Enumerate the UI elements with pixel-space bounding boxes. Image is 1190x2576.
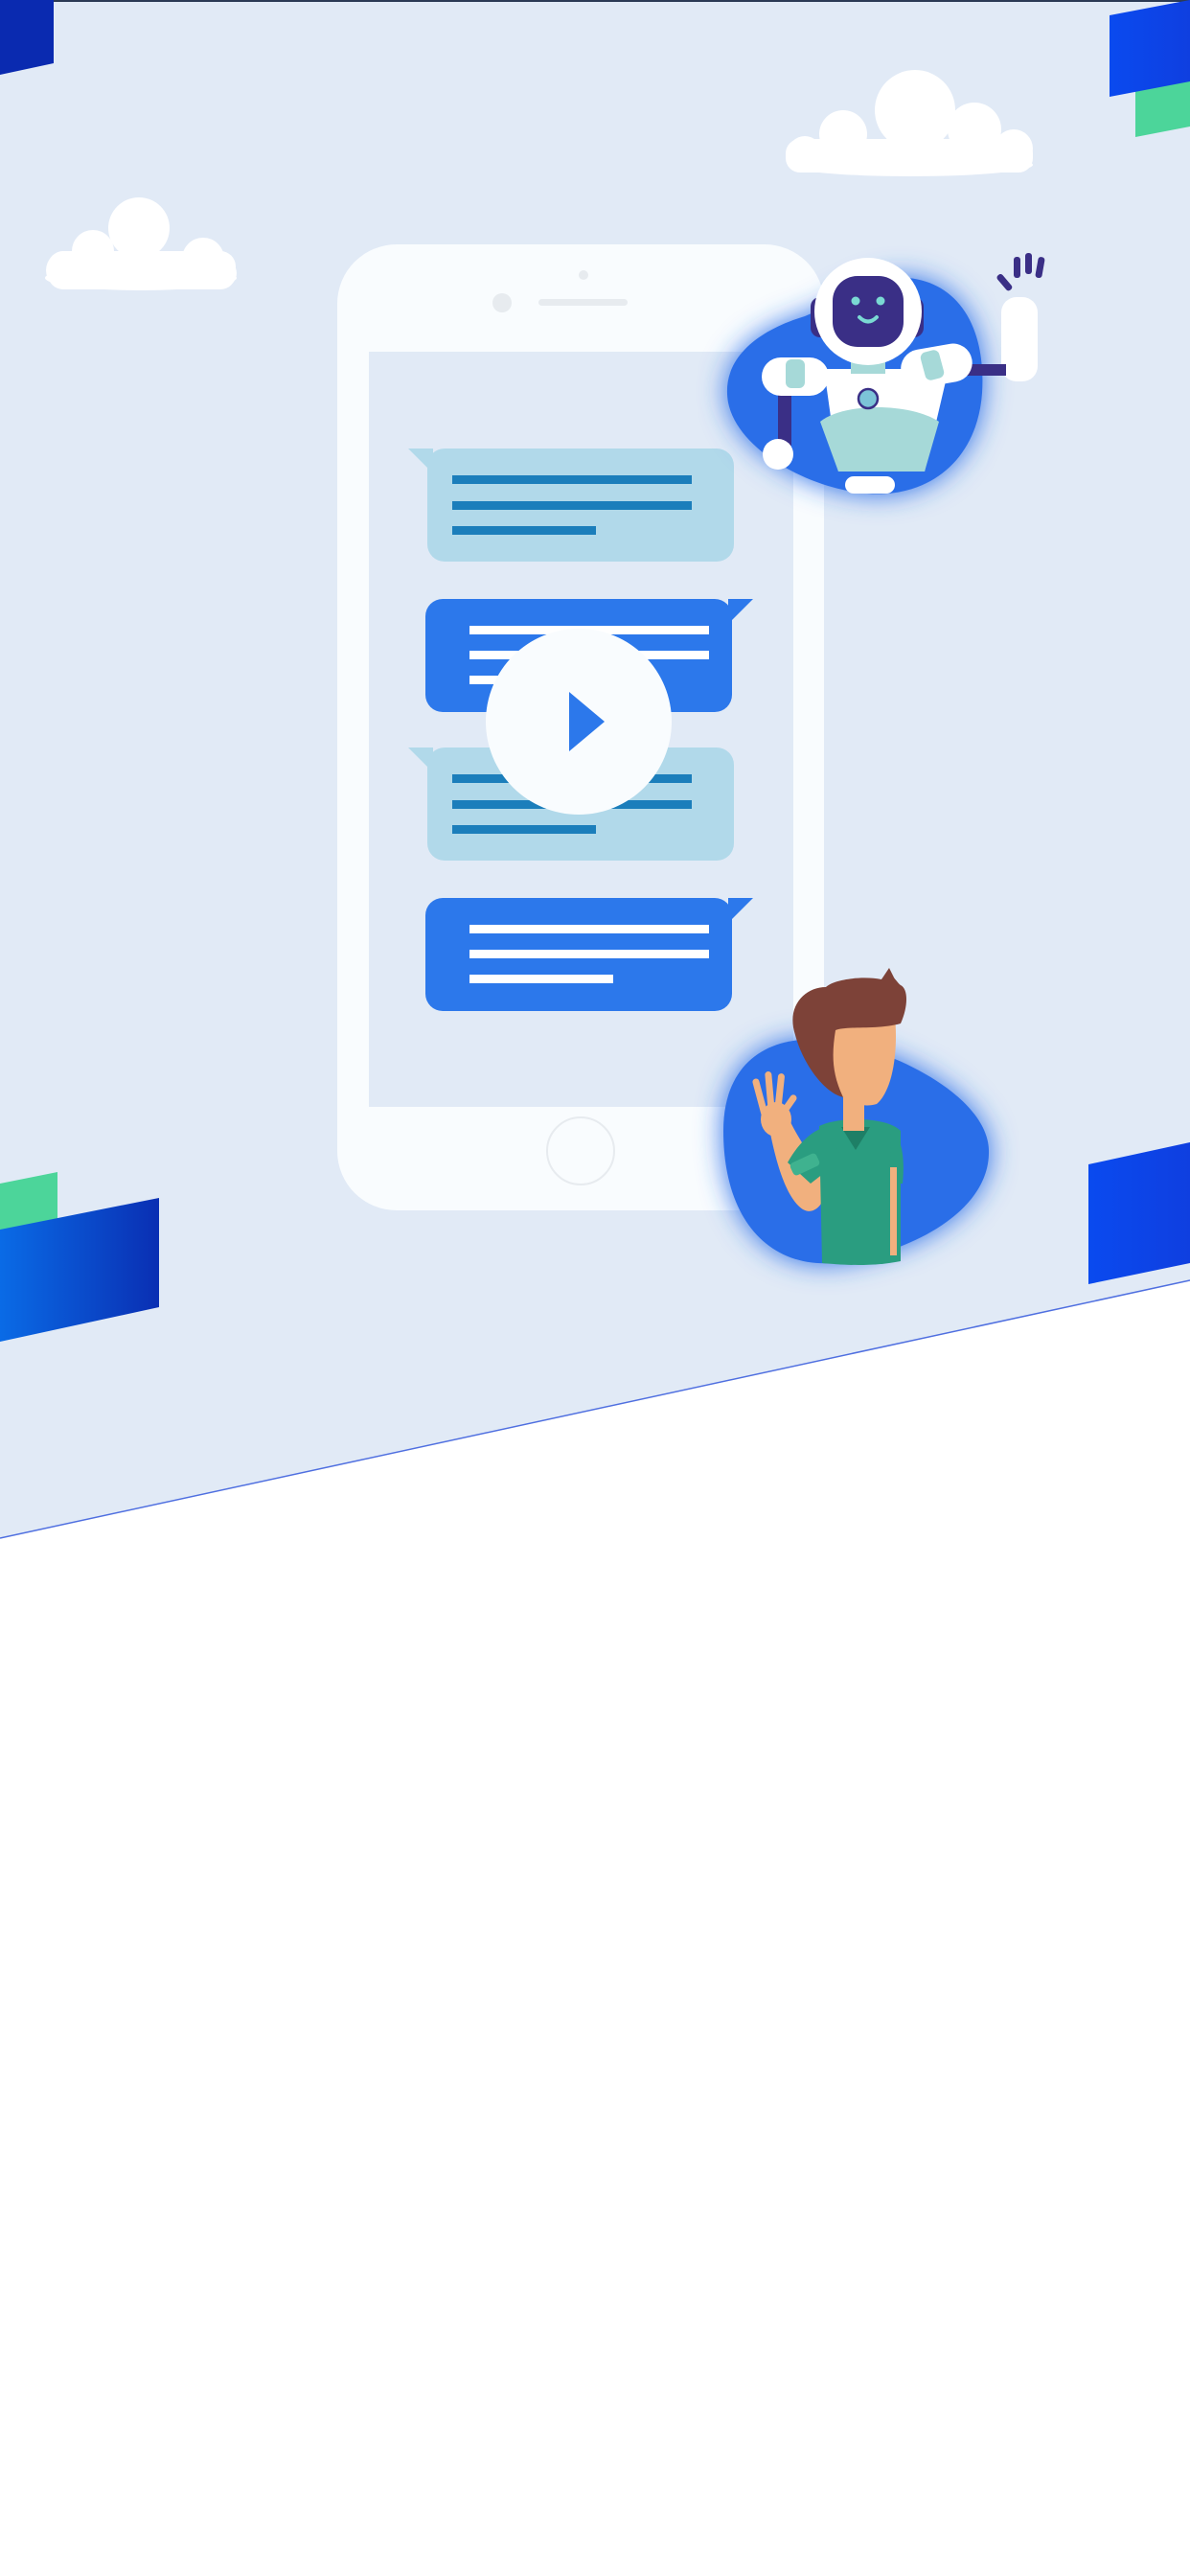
bot-chat-bubble — [408, 448, 734, 562]
hero-illustration — [0, 0, 1190, 1539]
corner-block-right — [1088, 1142, 1190, 1284]
corner-block-top-right — [1110, 0, 1190, 97]
play-video-button[interactable] — [486, 629, 672, 815]
phone-speaker — [538, 299, 628, 306]
robot-eye — [851, 296, 860, 306]
phone-camera-icon — [492, 293, 512, 312]
robot-chest-button — [857, 387, 880, 410]
robot-eye — [876, 296, 885, 306]
user-chat-bubble — [425, 898, 753, 1011]
phone-sensor-icon — [579, 270, 588, 280]
corner-block-top-left — [0, 0, 54, 75]
